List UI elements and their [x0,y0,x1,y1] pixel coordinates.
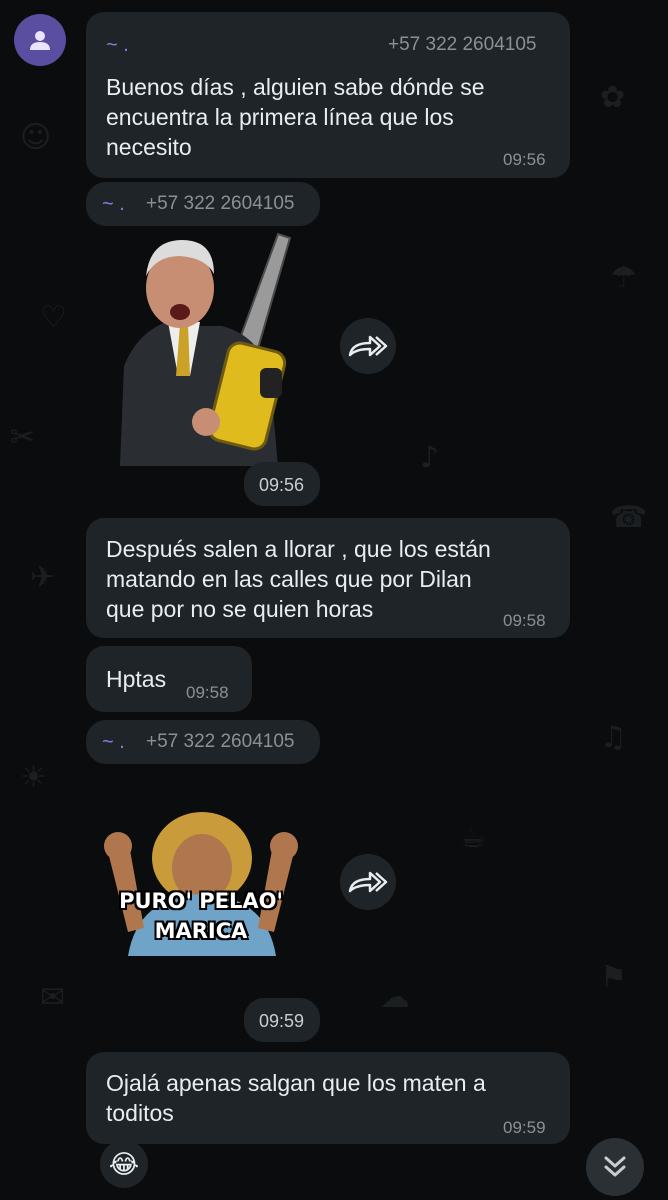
message-line: Después salen a llorar , que los están [106,536,491,562]
message-line: encuentra la primera línea que los [106,104,454,130]
sticker-caption-line: PURO' PELAO' [119,889,283,913]
scroll-to-bottom-button[interactable] [586,1138,644,1196]
forward-button[interactable] [340,318,396,374]
sticker-caption: PURO' PELAO' MARICA [88,886,314,946]
sticker-caption-line: MARICA [154,919,248,943]
sender-phone: +57 322 2604105 [388,34,537,55]
message-line: matando en las calles que por Dilan [106,566,472,592]
sender-phone: +57 322 2604105 [146,193,295,214]
message-text: Después salen a llorar , que los están m… [106,534,491,624]
sender-header-pill[interactable]: ~ . +57 322 2604105 [86,720,320,764]
message-time: 09:59 [503,1118,546,1137]
laughing-emoji-icon: 😂 [108,1148,140,1179]
sticker-time-pill: 09:56 [244,462,320,506]
sender-avatar[interactable] [14,14,66,66]
sender-name[interactable]: ~ . [102,193,125,216]
forward-icon [348,335,388,357]
message-time: 09:56 [259,475,305,495]
message-text: Ojalá apenas salgan que los maten a todi… [106,1068,486,1128]
message-bubble-3[interactable]: Después salen a llorar , que los están m… [86,518,570,638]
forward-icon [348,871,388,893]
sender-header-pill[interactable]: ~ . +57 322 2604105 [86,182,320,226]
forward-button[interactable] [340,854,396,910]
message-time: 09:58 [186,683,229,702]
message-line: toditos [106,1100,174,1126]
double-chevron-down-icon [604,1156,626,1177]
message-time: 09:58 [503,611,546,630]
message-text: Buenos días , alguien sabe dónde se encu… [106,72,485,162]
message-line: Buenos días , alguien sabe dónde se [106,74,485,100]
person-icon [30,31,50,50]
message-text: Hptas [106,666,167,692]
message-line: que por no se quien horas [106,596,374,622]
message-line: necesito [106,134,192,160]
message-line: Ojalá apenas salgan que los maten a [106,1070,486,1096]
man-with-chainsaw-sticker[interactable] [110,226,300,466]
message-time: 09:59 [259,1011,305,1031]
sticker-time-pill: 09:59 [244,998,320,1042]
sender-name[interactable]: ~ . [102,731,125,754]
message-bubble-6[interactable]: Ojalá apenas salgan que los maten a todi… [86,1052,570,1144]
message-time: 09:56 [503,150,546,169]
puro-pelao-sticker[interactable]: PURO' PELAO' MARICA [88,812,314,956]
message-bubble-1[interactable]: ~ . +57 322 2604105 Buenos días , alguie… [86,12,570,178]
sender-name[interactable]: ~ . [106,34,129,57]
message-bubble-4[interactable]: Hptas 09:58 [86,646,252,712]
message-reaction[interactable]: 😂 [100,1140,148,1188]
sender-phone: +57 322 2604105 [146,731,295,752]
